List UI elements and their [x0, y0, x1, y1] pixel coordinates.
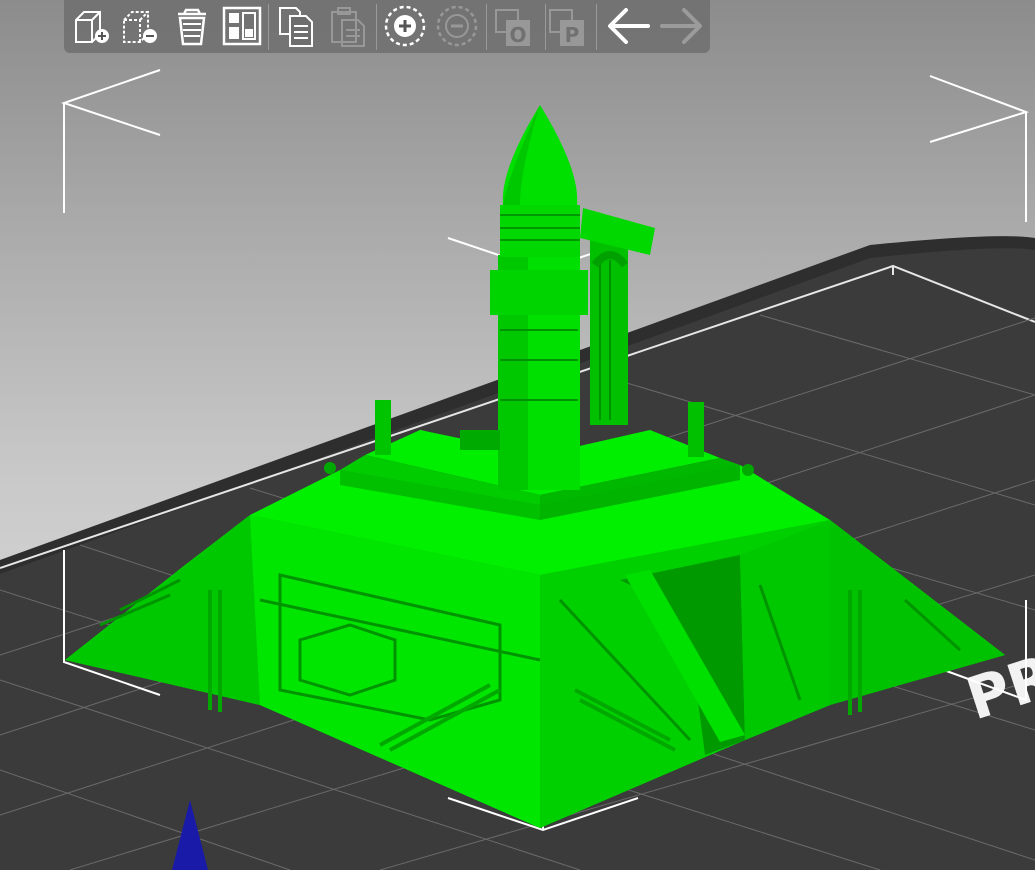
paste-icon — [331, 7, 365, 47]
remove-instance-button[interactable] — [434, 4, 480, 48]
arrange-icon — [222, 6, 262, 46]
paste-button[interactable] — [326, 4, 370, 48]
copy-icon — [279, 7, 313, 47]
copy-button[interactable] — [274, 4, 318, 48]
split-parts-button[interactable]: P — [546, 4, 590, 48]
delete-all-button[interactable] — [170, 4, 214, 48]
split-objects-label: O — [509, 23, 526, 47]
arrow-left-icon — [608, 8, 650, 44]
scene-canvas[interactable]: PR — [0, 0, 1035, 870]
delete-object-icon — [123, 11, 157, 43]
arrange-button[interactable] — [220, 4, 264, 48]
minus-circle-icon — [436, 5, 478, 47]
undo-button[interactable] — [604, 4, 654, 48]
arrow-right-icon — [660, 8, 702, 44]
redo-button[interactable] — [656, 4, 706, 48]
delete-button[interactable] — [118, 4, 162, 48]
split-parts-icon: P — [549, 9, 584, 47]
main-toolbar: O P — [64, 0, 710, 53]
add-button[interactable] — [70, 4, 114, 48]
3d-viewport[interactable]: PR O P — [0, 0, 1035, 870]
add-object-icon — [75, 11, 109, 43]
split-objects-icon: O — [495, 9, 530, 47]
plus-circle-icon — [384, 5, 426, 47]
split-parts-label: P — [565, 23, 580, 47]
split-objects-button[interactable]: O — [492, 4, 536, 48]
trash-icon — [178, 8, 206, 46]
add-instance-button[interactable] — [382, 4, 428, 48]
